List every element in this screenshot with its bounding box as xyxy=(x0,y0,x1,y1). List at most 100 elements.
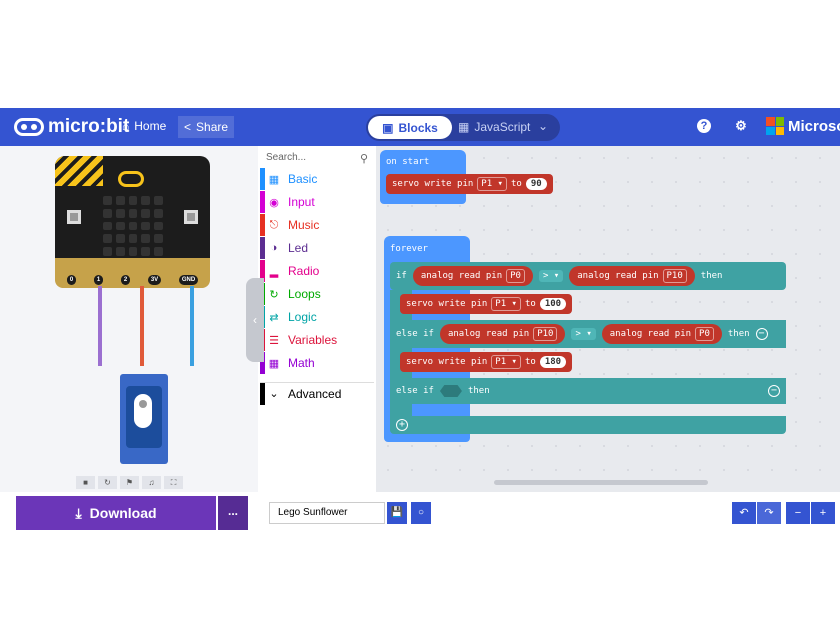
horizontal-scrollbar[interactable] xyxy=(494,480,708,485)
add-branch-icon[interactable]: + xyxy=(396,419,408,431)
angle-input[interactable]: 100 xyxy=(539,298,567,310)
chevron-down-icon[interactable]: ⌄ xyxy=(538,119,548,133)
category-loops[interactable]: ↻ Loops xyxy=(260,283,374,305)
servo-write-block-1[interactable]: servo write pin P1 ▾ to 100 xyxy=(400,294,573,314)
bottom-bar: ⤓ Download ... Lego Sunflower 💾 ○ ↶ ↷ − … xyxy=(0,492,840,532)
home-label: Home xyxy=(134,119,167,133)
collapse-simulator-handle[interactable]: ‹ xyxy=(246,278,264,362)
makecode-editor: micro:bit ⌂ Home < Share ▣ Blocks ▦ Java… xyxy=(0,108,840,532)
category-logic[interactable]: ⇄ Logic xyxy=(260,306,374,328)
pin-2[interactable]: 2 xyxy=(120,275,131,285)
analog-read-block[interactable]: analog read pin P10 xyxy=(439,324,566,344)
servo-write-block-2[interactable]: servo write pin P1 ▾ to 180 xyxy=(400,352,573,372)
servo-write-block-start[interactable]: servo write pin P1 ▾ to 90 xyxy=(386,174,553,194)
help-icon[interactable]: ? xyxy=(697,119,711,133)
category-basic[interactable]: ▦ Basic xyxy=(260,168,374,190)
target-icon: ◉ xyxy=(269,196,279,209)
headphones-icon: ⎋ xyxy=(269,218,279,231)
javascript-label: JavaScript xyxy=(474,120,531,134)
pin-1[interactable]: 1 xyxy=(93,275,104,285)
microbit-board[interactable]: 0 1 2 3V GND xyxy=(55,156,210,288)
microsoft-brand[interactable]: Microsoft xyxy=(766,117,840,135)
microbit-logo[interactable]: micro:bit xyxy=(14,116,129,137)
remove-branch-icon[interactable]: − xyxy=(755,328,768,340)
list-icon: ☰ xyxy=(269,334,279,347)
board-face-icon xyxy=(118,171,144,187)
pin-dropdown[interactable]: P1 ▾ xyxy=(491,297,521,311)
led-matrix xyxy=(103,196,163,256)
fullscreen-icon[interactable]: ⛶ xyxy=(164,476,183,489)
category-input[interactable]: ◉ Input xyxy=(260,191,374,213)
save-icon[interactable]: 💾 xyxy=(387,502,407,524)
else-if-block[interactable]: else if analog read pin P10 > ▾ analog re… xyxy=(390,320,786,348)
remove-branch-icon[interactable]: − xyxy=(768,385,780,397)
sound-icon[interactable]: ♫ xyxy=(142,476,161,489)
if-block-footer: + xyxy=(390,416,786,434)
category-led[interactable]: ◑ Led xyxy=(260,237,374,259)
angle-input[interactable]: 90 xyxy=(525,178,547,190)
simulator-panel: 0 1 2 3V GND ■ ↻ ⚑ ♫ ⛶ xyxy=(0,146,258,492)
button-a[interactable] xyxy=(67,210,81,224)
pin-dropdown[interactable]: P1 ▾ xyxy=(477,177,507,191)
compare-operator[interactable]: > ▾ xyxy=(571,328,596,340)
download-button[interactable]: ⤓ Download xyxy=(16,496,216,530)
else-if-block-empty[interactable]: else if then − xyxy=(390,378,786,404)
javascript-icon: ▦ xyxy=(458,120,470,134)
blocks-workspace[interactable]: on start servo write pin P1 ▾ to 90 fore… xyxy=(376,146,840,492)
project-name-input[interactable]: Lego Sunflower xyxy=(269,502,385,524)
blocks-tab[interactable]: ▣ Blocks xyxy=(368,116,452,139)
pin-dropdown[interactable]: P1 ▾ xyxy=(491,355,521,369)
analog-read-block[interactable]: analog read pin P0 xyxy=(601,324,722,344)
zoom-out-icon[interactable]: − xyxy=(786,502,810,524)
analog-read-block[interactable]: analog read pin P10 xyxy=(569,266,695,286)
download-label: Download xyxy=(89,505,157,521)
button-b[interactable] xyxy=(184,210,198,224)
category-radio[interactable]: ▂ Radio xyxy=(260,260,374,282)
wire-red xyxy=(140,286,144,366)
simulator-controls: ■ ↻ ⚑ ♫ ⛶ xyxy=(76,476,183,489)
undo-icon[interactable]: ↶ xyxy=(732,502,756,524)
loop-icon: ↻ xyxy=(269,288,279,301)
stop-icon[interactable]: ■ xyxy=(76,476,95,489)
if-block[interactable]: if analog read pin P0 > ▾ analog read pin… xyxy=(390,262,786,290)
javascript-tab[interactable]: ▦ JavaScript xyxy=(458,120,530,134)
home-button[interactable]: ⌂ Home xyxy=(122,119,166,133)
zoom-in-icon[interactable]: + xyxy=(811,502,835,524)
angle-input[interactable]: 180 xyxy=(539,356,567,368)
search-icon[interactable]: ⚲ xyxy=(360,152,368,165)
more-options-button[interactable]: ... xyxy=(218,496,248,530)
pin-3v[interactable]: 3V xyxy=(147,275,162,285)
share-icon: < xyxy=(184,120,192,134)
redo-icon[interactable]: ↷ xyxy=(757,502,781,524)
puzzle-icon: ▣ xyxy=(382,120,394,135)
share-label: Share xyxy=(196,120,229,134)
slowmo-icon[interactable]: ⚑ xyxy=(120,476,139,489)
empty-condition-slot[interactable] xyxy=(439,385,462,397)
pin-0[interactable]: 0 xyxy=(66,275,77,285)
toggle-icon: ◑ xyxy=(270,242,278,254)
category-variables[interactable]: ☰ Variables xyxy=(260,329,374,351)
toolbox: Search... ⚲ ▦ Basic ◉ Input ⎋ Music ◑ Le… xyxy=(258,146,376,492)
github-icon[interactable]: ○ xyxy=(411,502,431,524)
search-placeholder: Search... xyxy=(266,152,307,163)
download-icon: ⤓ xyxy=(75,504,82,521)
microbit-logo-icon xyxy=(14,118,44,136)
category-music[interactable]: ⎋ Music xyxy=(260,214,374,236)
analog-read-block[interactable]: analog read pin P0 xyxy=(412,266,533,286)
microsoft-logo-icon xyxy=(766,117,784,135)
compare-operator[interactable]: > ▾ xyxy=(538,270,564,282)
edge-connector: 0 1 2 3V GND xyxy=(55,258,210,288)
servo-hub xyxy=(139,400,147,408)
home-icon: ⌂ xyxy=(122,119,130,133)
restart-icon[interactable]: ↻ xyxy=(98,476,117,489)
category-math[interactable]: ▦ Math xyxy=(260,352,374,374)
share-button[interactable]: < Share xyxy=(178,116,235,138)
grid-icon: ▦ xyxy=(268,173,280,186)
blocks-label: Blocks xyxy=(398,120,438,135)
gear-icon[interactable]: ⚙ xyxy=(734,119,748,133)
editor-toggle: ▣ Blocks ▦ JavaScript ⌄ xyxy=(366,114,560,141)
board-stripe xyxy=(55,156,103,186)
pin-gnd[interactable]: GND xyxy=(178,275,199,285)
calculator-icon: ▦ xyxy=(268,357,280,370)
category-advanced[interactable]: ⌄ Advanced xyxy=(260,382,374,405)
